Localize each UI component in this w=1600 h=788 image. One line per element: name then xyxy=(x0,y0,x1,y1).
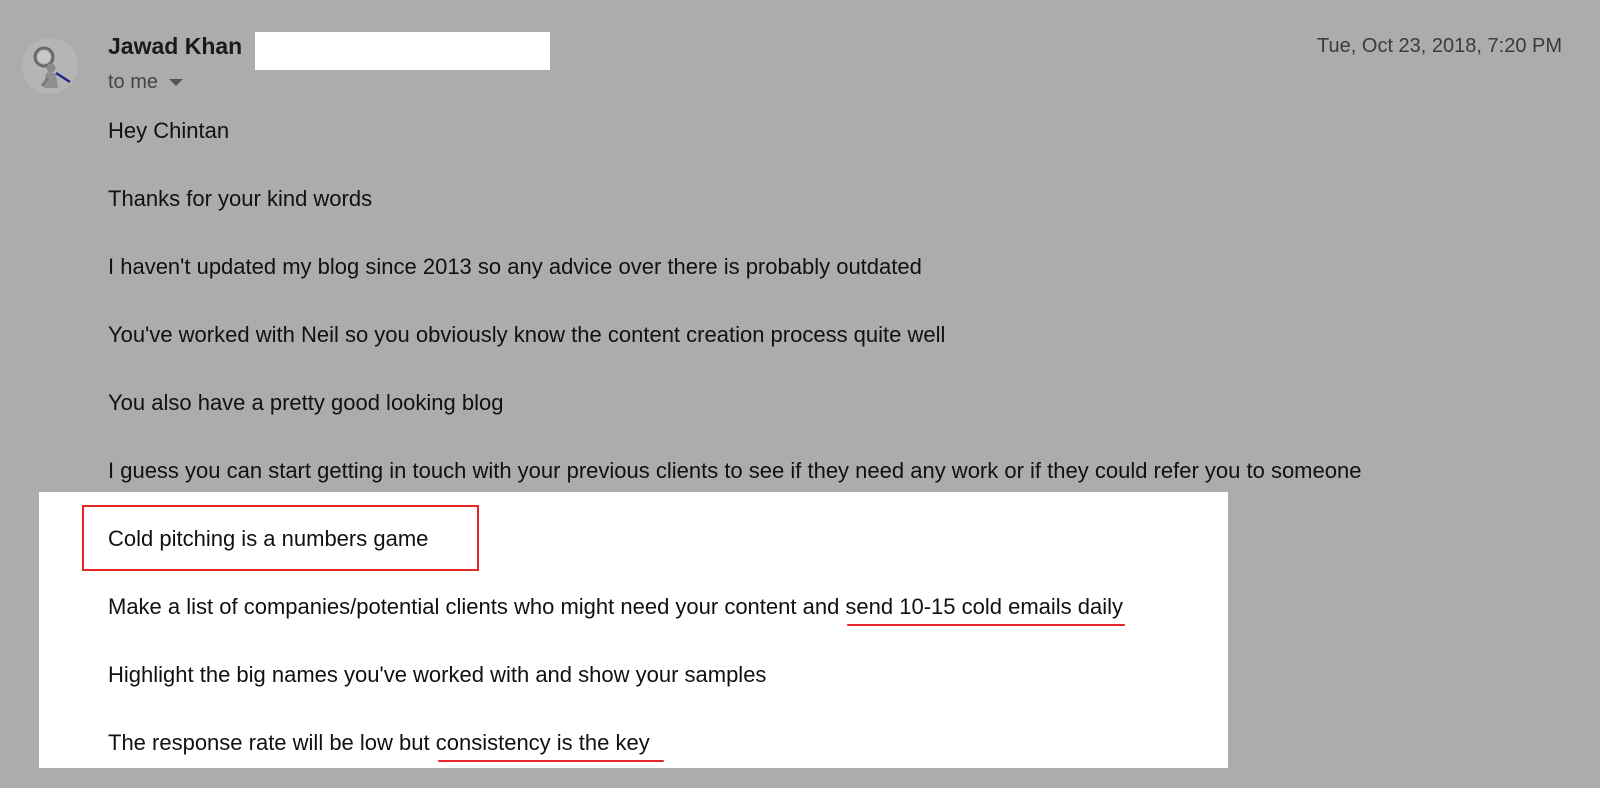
sender-name[interactable]: Jawad Khan xyxy=(108,33,242,60)
paragraph-text: Make a list of companies/potential clien… xyxy=(108,594,846,619)
body-paragraph-boxed: Cold pitching is a numbers game xyxy=(108,526,429,551)
sender-avatar[interactable] xyxy=(22,38,78,94)
body-paragraph: The response rate will be low but consis… xyxy=(108,730,664,762)
body-paragraph: You've worked with Neil so you obviously… xyxy=(108,322,946,347)
body-paragraph: Highlight the big names you've worked wi… xyxy=(108,662,767,687)
underlined-phrase: consistency is the key xyxy=(435,730,664,762)
body-paragraph: Make a list of companies/potential clien… xyxy=(108,594,1125,626)
body-paragraph: I haven't updated my blog since 2013 so … xyxy=(108,254,922,279)
body-paragraph: Thanks for your kind words xyxy=(108,186,373,211)
body-paragraph: You also have a pretty good looking blog xyxy=(108,390,504,415)
underlined-phrase: send 10-15 cold emails daily xyxy=(845,594,1125,626)
body-greeting: Hey Chintan xyxy=(108,118,230,143)
email-date: Tue, Oct 23, 2018, 7:20 PM xyxy=(1317,35,1562,57)
recipient-label: to me xyxy=(108,71,159,93)
caret-down-icon[interactable] xyxy=(169,79,184,86)
body-paragraph: I guess you can start getting in touch w… xyxy=(108,458,1362,483)
paragraph-text: The response rate will be low but xyxy=(108,730,436,755)
avatar-icon xyxy=(22,38,78,94)
redacted-email-address xyxy=(255,32,550,70)
recipient-line[interactable]: to me xyxy=(108,71,184,94)
